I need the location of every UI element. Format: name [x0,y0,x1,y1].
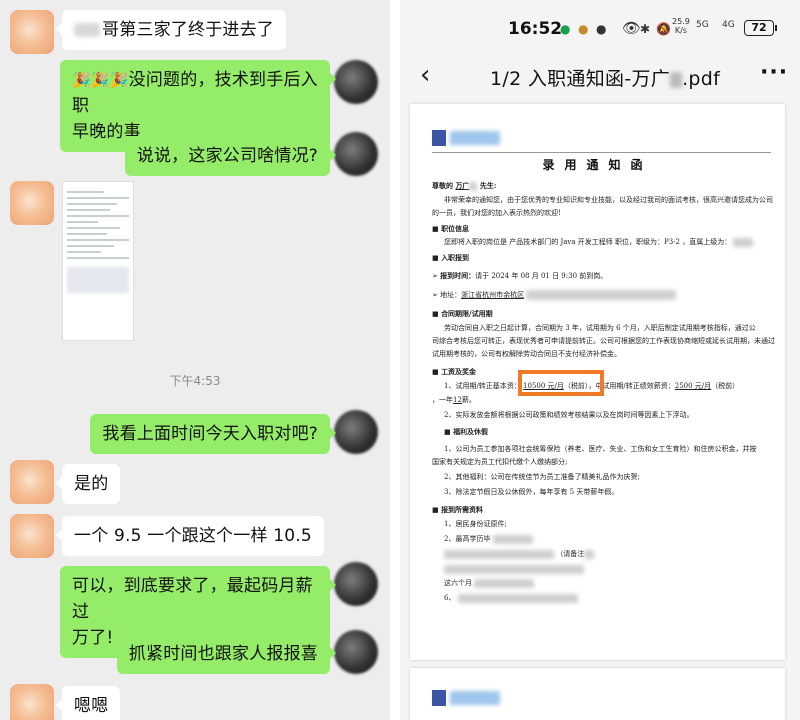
document-heading: 录用通知函 [542,158,653,172]
mute-icon: 🔕 [656,22,671,36]
viewer-toolbar: ‹ 1/2 入职通知函-万广 .pdf ··· [400,54,800,100]
document-image-thumbnail[interactable] [62,181,134,341]
message-bubble[interactable]: 是的 [55,464,121,504]
status-bar: 16:52 ● ● ● 👁 ✱ 🔕 25.9 K/s 5G 4G 72 [400,0,800,54]
my-avatar[interactable] [334,60,378,104]
divider [390,0,400,720]
network-speed: 25.9 K/s [672,17,690,35]
redacted-address [526,290,677,300]
salary-highlight-box [518,370,604,396]
battery-icon: 72 [744,20,777,36]
pdf-page[interactable]: 录用通知函 尊敬的 万广 先生: 非常荣幸的通知您，由于您优秀的专业知识和专业技… [410,104,785,660]
company-logo [432,690,500,708]
pdf-page[interactable] [410,668,785,720]
back-arrow-icon[interactable]: ‹ [420,60,430,90]
greeting: 尊敬的 万广 先生: [432,181,497,191]
app-notification-icon: ● [578,22,589,36]
wechat-notification-icon: ● [560,22,571,36]
more-options-icon[interactable]: ··· [760,60,788,85]
message-bubble[interactable]: 抓紧时间也跟家人报报喜 [116,634,337,674]
contact-avatar[interactable] [10,684,54,720]
my-avatar[interactable] [334,132,378,176]
my-avatar[interactable] [334,630,378,674]
status-time: 16:52 [508,19,563,39]
eye-icon: 👁 [622,19,642,37]
pdf-viewer-screen: 16:52 ● ● ● 👁 ✱ 🔕 25.9 K/s 5G 4G 72 ‹ 1/… [400,0,800,720]
timestamp: 下午4:53 [169,374,221,388]
message-bubble[interactable]: 嗯嗯 [55,686,121,720]
company-logo [432,130,500,148]
message-bubble[interactable]: 哥第三家了终于进去了 [56,10,286,50]
redacted-name [670,71,683,88]
redacted-name [74,23,100,37]
my-avatar[interactable] [334,562,378,606]
document-title: 1/2 入职通知函-万广 .pdf [490,68,721,90]
party-emoji-icon: 🎉🎉🎉 [72,71,129,89]
signal-5g-icon: 5G [696,20,709,30]
message-bubble[interactable]: 我看上面时间今天入职对吧? [90,414,336,454]
contact-avatar[interactable] [10,460,54,504]
chat-panel: 哥第三家了终于进去了 🎉🎉🎉没问题的，技术到手后入职 早晚的事 说说，这家公司啥… [0,0,390,720]
message-bubble[interactable]: 说说，这家公司啥情况? [124,136,337,176]
contact-avatar[interactable] [10,10,54,54]
my-avatar[interactable] [334,410,378,454]
contact-avatar[interactable] [10,514,54,558]
redacted-name [469,181,478,191]
bluetooth-icon: ✱ [640,22,651,36]
app-notification-icon: ● [596,22,607,36]
contact-avatar[interactable] [10,181,54,225]
message-bubble[interactable]: 一个 9.5 一个跟这个一样 10.5 [56,516,324,556]
signal-4g-icon: 4G [722,20,735,30]
